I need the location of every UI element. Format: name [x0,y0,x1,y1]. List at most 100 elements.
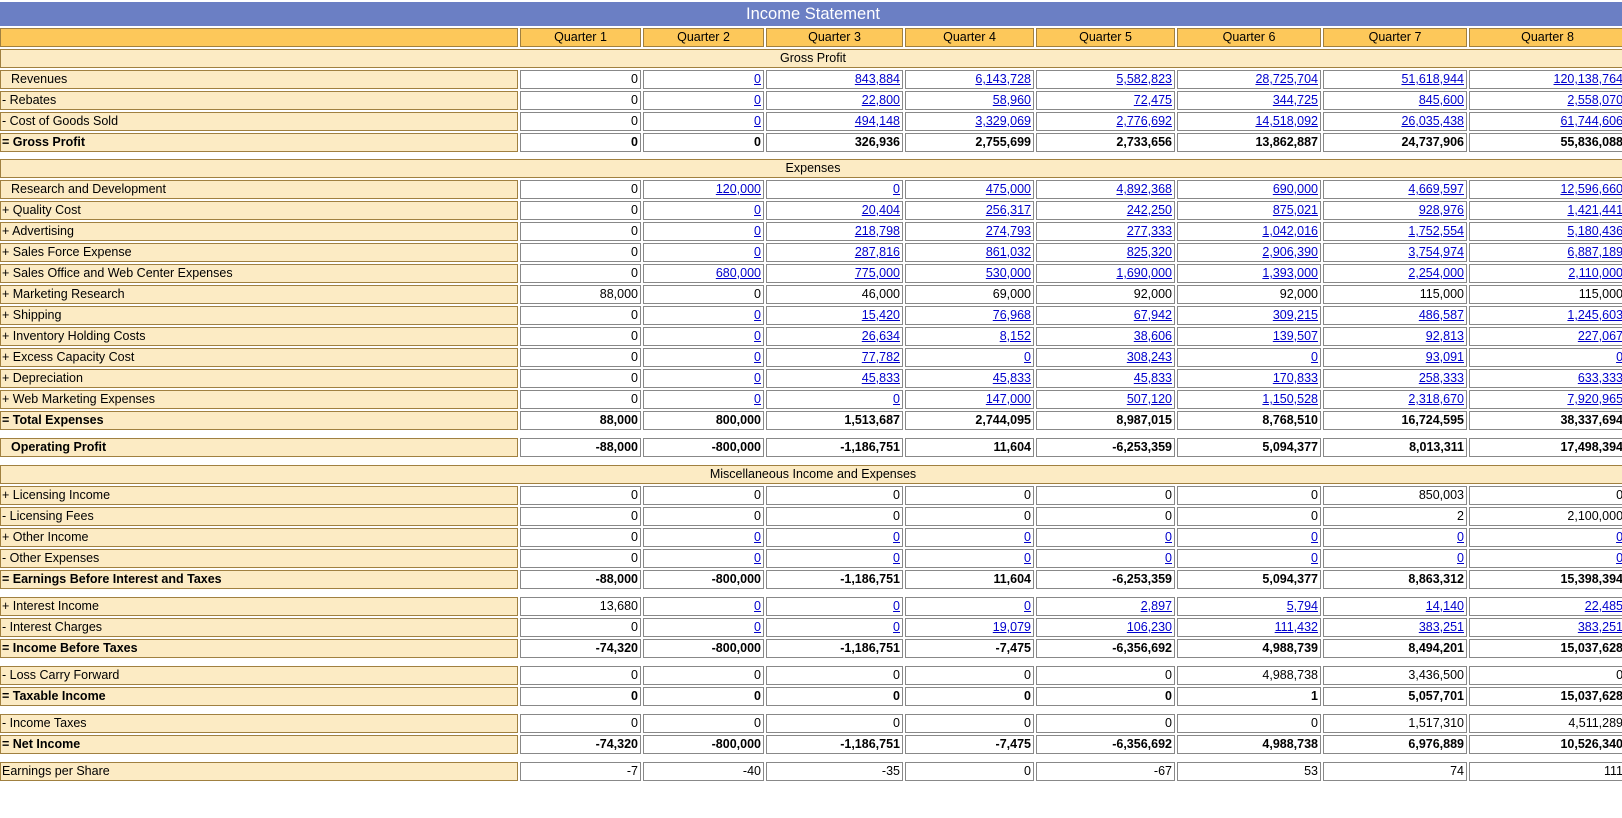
value-link[interactable]: 120,000 [716,182,761,196]
value-link[interactable]: 0 [754,224,761,238]
value-link[interactable]: 0 [893,551,900,565]
value-link[interactable]: 22,485 [1585,599,1622,613]
value-link[interactable]: 0 [754,392,761,406]
value-link[interactable]: 383,251 [1419,620,1464,634]
value-link[interactable]: 530,000 [986,266,1031,280]
value-link[interactable]: 15,420 [862,308,900,322]
value-link[interactable]: 45,833 [862,371,900,385]
value-link[interactable]: 0 [1616,551,1622,565]
value-link[interactable]: 51,618,944 [1401,72,1464,86]
value-link[interactable]: 58,960 [993,93,1031,107]
value-link[interactable]: 6,143,728 [975,72,1031,86]
value-link[interactable]: 2,110,000 [1568,266,1622,280]
value-link[interactable]: 475,000 [986,182,1031,196]
value-link[interactable]: 843,884 [855,72,900,86]
value-link[interactable]: 0 [893,599,900,613]
value-link[interactable]: 19,079 [993,620,1031,634]
value-link[interactable]: 258,333 [1419,371,1464,385]
value-link[interactable]: 0 [1311,551,1318,565]
value-link[interactable]: 1,421,441 [1567,203,1622,217]
value-link[interactable]: 0 [754,93,761,107]
value-link[interactable]: 1,150,528 [1262,392,1318,406]
value-link[interactable]: 0 [754,329,761,343]
value-link[interactable]: 1,245,603 [1567,308,1622,322]
value-link[interactable]: 26,634 [862,329,900,343]
value-link[interactable]: 0 [754,530,761,544]
value-link[interactable]: 0 [1024,599,1031,613]
value-link[interactable]: 1,393,000 [1262,266,1318,280]
value-link[interactable]: 8,152 [1000,329,1031,343]
value-link[interactable]: 0 [1616,530,1622,544]
value-link[interactable]: 45,833 [993,371,1031,385]
value-link[interactable]: 277,333 [1127,224,1172,238]
value-link[interactable]: 139,507 [1273,329,1318,343]
value-link[interactable]: 287,816 [855,245,900,259]
value-link[interactable]: 1,690,000 [1116,266,1172,280]
value-link[interactable]: 0 [754,245,761,259]
value-link[interactable]: 12,596,660 [1560,182,1622,196]
value-link[interactable]: 4,892,368 [1116,182,1172,196]
value-link[interactable]: 0 [754,308,761,322]
value-link[interactable]: 0 [754,72,761,86]
value-link[interactable]: 2,558,070 [1567,93,1622,107]
value-link[interactable]: 76,968 [993,308,1031,322]
value-link[interactable]: 7,920,965 [1567,392,1622,406]
value-link[interactable]: 45,833 [1134,371,1172,385]
value-link[interactable]: 861,032 [986,245,1031,259]
value-link[interactable]: 309,215 [1273,308,1318,322]
value-link[interactable]: 93,091 [1426,350,1464,364]
value-link[interactable]: 256,317 [986,203,1031,217]
value-link[interactable]: 120,138,764 [1554,72,1622,86]
value-link[interactable]: 2,318,670 [1408,392,1464,406]
value-link[interactable]: 0 [893,392,900,406]
value-link[interactable]: 0 [893,182,900,196]
value-link[interactable]: 0 [754,114,761,128]
value-link[interactable]: 0 [1024,530,1031,544]
value-link[interactable]: 5,794 [1287,599,1318,613]
value-link[interactable]: 20,404 [862,203,900,217]
value-link[interactable]: 242,250 [1127,203,1172,217]
value-link[interactable]: 0 [1165,551,1172,565]
value-link[interactable]: 1,752,554 [1408,224,1464,238]
value-link[interactable]: 2,906,390 [1262,245,1318,259]
value-link[interactable]: 218,798 [855,224,900,238]
value-link[interactable]: 170,833 [1273,371,1318,385]
value-link[interactable]: 383,251 [1578,620,1622,634]
value-link[interactable]: 2,254,000 [1408,266,1464,280]
value-link[interactable]: 92,813 [1426,329,1464,343]
value-link[interactable]: 0 [1616,350,1622,364]
value-link[interactable]: 147,000 [986,392,1031,406]
value-link[interactable]: 274,793 [986,224,1031,238]
value-link[interactable]: 38,606 [1134,329,1172,343]
value-link[interactable]: 0 [893,530,900,544]
value-link[interactable]: 0 [893,620,900,634]
value-link[interactable]: 0 [1457,530,1464,544]
value-link[interactable]: 845,600 [1419,93,1464,107]
value-link[interactable]: 106,230 [1127,620,1172,634]
value-link[interactable]: 4,669,597 [1408,182,1464,196]
value-link[interactable]: 0 [1165,530,1172,544]
value-link[interactable]: 3,329,069 [975,114,1031,128]
value-link[interactable]: 3,754,974 [1408,245,1464,259]
value-link[interactable]: 0 [1311,350,1318,364]
value-link[interactable]: 0 [754,350,761,364]
value-link[interactable]: 680,000 [716,266,761,280]
value-link[interactable]: 0 [1311,530,1318,544]
value-link[interactable]: 0 [1024,350,1031,364]
value-link[interactable]: 0 [1457,551,1464,565]
value-link[interactable]: 486,587 [1419,308,1464,322]
value-link[interactable]: 494,148 [855,114,900,128]
value-link[interactable]: 67,942 [1134,308,1172,322]
value-link[interactable]: 825,320 [1127,245,1172,259]
value-link[interactable]: 308,243 [1127,350,1172,364]
value-link[interactable]: 5,582,823 [1116,72,1172,86]
value-link[interactable]: 0 [754,551,761,565]
value-link[interactable]: 2,776,692 [1116,114,1172,128]
value-link[interactable]: 0 [754,371,761,385]
value-link[interactable]: 775,000 [855,266,900,280]
value-link[interactable]: 690,000 [1273,182,1318,196]
value-link[interactable]: 0 [754,620,761,634]
value-link[interactable]: 111,432 [1275,620,1318,634]
value-link[interactable]: 507,120 [1127,392,1172,406]
value-link[interactable]: 227,067 [1578,329,1622,343]
